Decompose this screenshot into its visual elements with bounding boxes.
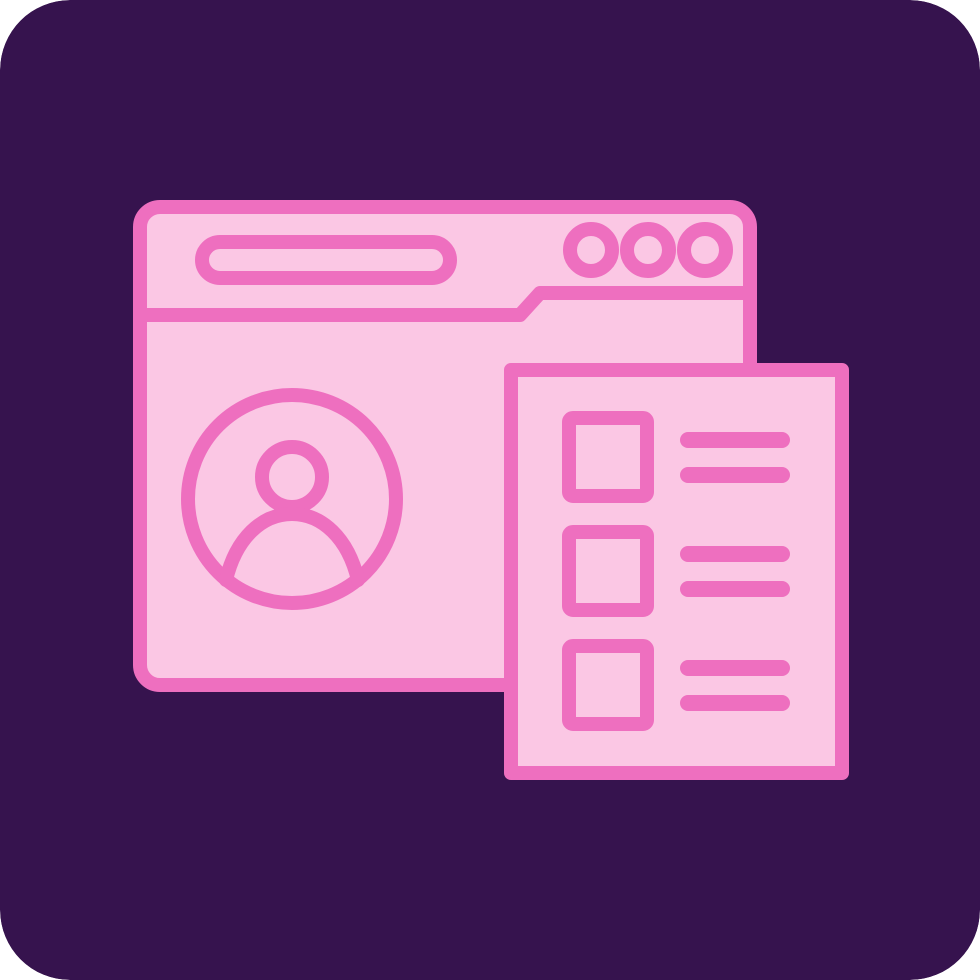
checklist-document-icon [504, 363, 849, 780]
app-icon-tile [0, 0, 980, 980]
user-profile-checklist-icon [0, 0, 980, 980]
document-sheet [504, 363, 849, 780]
